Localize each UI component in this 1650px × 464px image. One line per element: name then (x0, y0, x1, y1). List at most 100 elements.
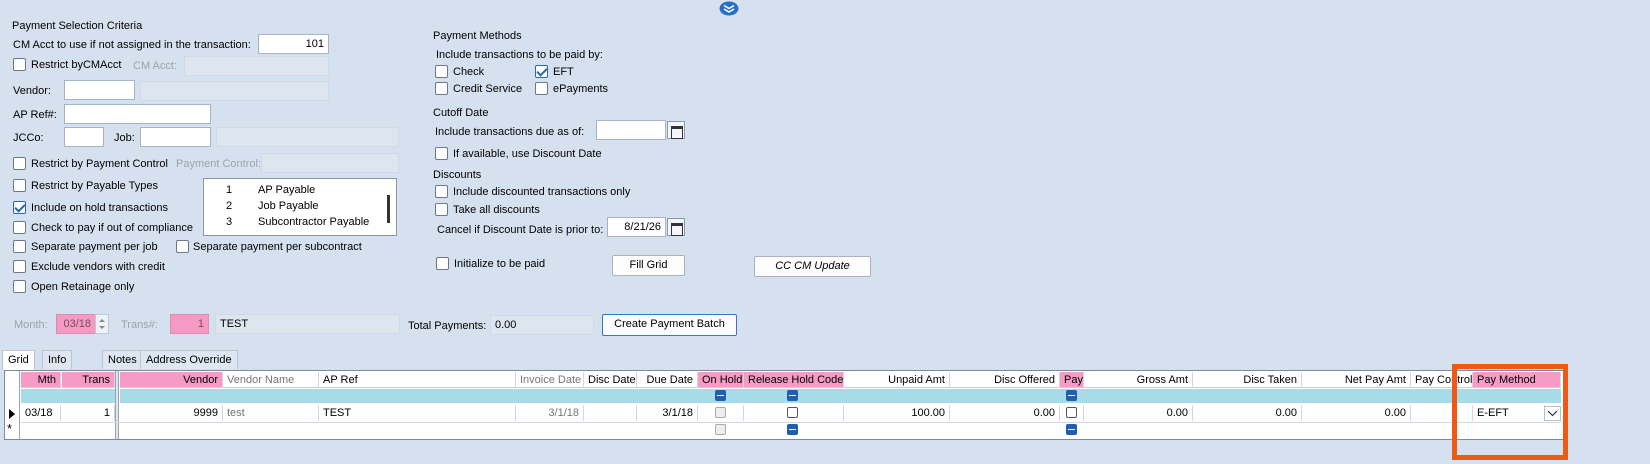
col-header-trans[interactable]: Trans (62, 372, 115, 388)
cell-unpaid-amt[interactable]: 100.00 (844, 405, 950, 421)
filter-toggle-on-hold[interactable] (715, 390, 726, 401)
separate-per-subcontract-checkbox[interactable] (176, 240, 189, 253)
create-payment-batch-button[interactable]: Create Payment Batch (602, 314, 737, 336)
calendar-icon[interactable] (667, 218, 685, 236)
cell-vendor[interactable]: 9999 (120, 405, 223, 421)
frozen-divider (115, 371, 119, 439)
epayments-checkbox[interactable] (535, 82, 548, 95)
trans-input[interactable]: 1 (170, 314, 209, 334)
exclude-vendors-credit-checkbox[interactable] (13, 260, 26, 273)
col-header-disc-offered[interactable]: Disc Offered (950, 372, 1060, 388)
cell-vendor-name[interactable]: test (223, 405, 319, 421)
cancel-discount-label: Cancel if Discount Date is prior to: (437, 224, 604, 236)
cell-due-date[interactable]: 3/1/18 (637, 405, 698, 421)
restrict-payable-types-label: Restrict by Payable Types (31, 180, 158, 192)
col-header-mth[interactable]: Mth (21, 372, 61, 388)
on-hold-checkbox[interactable] (715, 407, 726, 418)
row-divider (21, 422, 1561, 423)
ap-ref-input[interactable] (64, 104, 211, 124)
col-header-disc-date[interactable]: Disc Date (584, 372, 637, 388)
calendar-icon[interactable] (667, 121, 685, 139)
filter-toggle-release-hold[interactable] (787, 390, 798, 401)
new-row-on-hold-checkbox[interactable] (715, 424, 726, 435)
col-header-disc-taken[interactable]: Disc Taken (1193, 372, 1302, 388)
credit-service-label: Credit Service (453, 83, 523, 95)
cell-disc-offered[interactable]: 0.00 (950, 405, 1060, 421)
due-as-of-input[interactable] (596, 120, 666, 140)
total-payments-value: 0.00 (490, 315, 594, 335)
cell-gross-amt[interactable]: 0.00 (1084, 405, 1193, 421)
restrict-payment-control-checkbox[interactable] (13, 157, 26, 170)
tab-address-override[interactable]: Address Override (140, 350, 238, 369)
check-to-pay-checkbox[interactable] (13, 221, 26, 234)
cell-ap-ref[interactable]: TEST (319, 405, 516, 421)
cell-invoice-date[interactable]: 3/1/18 (516, 405, 584, 421)
col-header-pay[interactable]: Pay (1060, 372, 1084, 388)
cell-disc-date[interactable] (584, 405, 637, 421)
separate-per-job-checkbox[interactable] (13, 240, 26, 253)
filter-row[interactable] (120, 389, 1561, 403)
list-item[interactable]: 1 AP Payable (204, 182, 384, 198)
col-header-gross-amt[interactable]: Gross Amt (1084, 372, 1193, 388)
take-all-discounts-checkbox[interactable] (435, 203, 448, 216)
filter-row[interactable] (21, 389, 115, 403)
exclude-vendors-credit-label: Exclude vendors with credit (31, 261, 165, 273)
cancel-discount-date-input[interactable]: 8/21/26 (607, 217, 666, 237)
jcco-input[interactable] (64, 127, 104, 147)
col-header-vendor[interactable]: Vendor (120, 372, 223, 388)
open-retainage-checkbox[interactable] (13, 280, 26, 293)
list-scrollbar[interactable] (387, 195, 390, 223)
epayments-label: ePayments (553, 83, 609, 95)
include-on-hold-checkbox[interactable] (13, 201, 26, 214)
vendor-input[interactable] (64, 80, 135, 100)
new-row-pay-toggle[interactable] (1066, 424, 1077, 435)
col-header-unpaid-amt[interactable]: Unpaid Amt (844, 372, 950, 388)
list-item[interactable]: 3 Subcontractor Payable (204, 214, 384, 230)
restrict-payable-types-checkbox[interactable] (13, 179, 26, 192)
collapse-chevron-icon[interactable] (719, 1, 739, 16)
new-row-release-toggle[interactable] (787, 424, 798, 435)
initialize-to-be-paid-checkbox[interactable] (436, 257, 449, 270)
take-all-discounts-label: Take all discounts (453, 204, 540, 216)
col-header-invoice-date[interactable]: Invoice Date (516, 372, 584, 388)
col-header-net-pay-amt[interactable]: Net Pay Amt (1302, 372, 1411, 388)
cell-trans[interactable]: 1 (62, 405, 115, 421)
cm-acct-field (184, 56, 329, 76)
job-description-field (216, 127, 399, 147)
col-header-on-hold[interactable]: On Hold (698, 372, 744, 388)
tab-notes[interactable]: Notes (102, 350, 143, 369)
pay-checkbox[interactable] (1066, 407, 1077, 418)
tab-info[interactable]: Info (42, 350, 73, 369)
cell-net-pay-amt[interactable]: 0.00 (1302, 405, 1411, 421)
cell-mth[interactable]: 03/18 (21, 405, 61, 421)
month-spinner[interactable] (95, 314, 109, 334)
payments-grid[interactable]: * Mth Trans Vendor Vendor Name AP Ref In… (4, 370, 1566, 440)
filter-toggle-pay[interactable] (1066, 390, 1077, 401)
payment-control-label: Payment Control: (176, 158, 261, 170)
credit-service-checkbox[interactable] (435, 82, 448, 95)
cm-acct-label: CM Acct to use if not assigned in the tr… (13, 39, 251, 51)
month-input[interactable]: 03/18 (56, 314, 96, 334)
check-method-checkbox[interactable] (435, 65, 448, 78)
col-header-ap-ref[interactable]: AP Ref (319, 372, 516, 388)
ap-ref-label: AP Ref#: (13, 109, 57, 121)
col-header-due-date[interactable]: Due Date (637, 372, 698, 388)
job-input[interactable] (140, 127, 211, 147)
batch-description: TEST (215, 314, 400, 334)
cc-cm-update-button[interactable]: CC CM Update (754, 256, 871, 277)
payable-types-list[interactable]: 1 AP Payable 2 Job Payable 3 Subcontract… (203, 178, 397, 236)
restrict-cmacct-label: Restrict byCMAcct (31, 59, 122, 71)
include-discounted-checkbox[interactable] (435, 185, 448, 198)
initialize-to-be-paid-label: Initialize to be paid (454, 258, 546, 270)
col-header-release-hold-code[interactable]: Release Hold Code (744, 372, 844, 388)
release-hold-checkbox[interactable] (787, 407, 798, 418)
cell-disc-taken[interactable]: 0.00 (1193, 405, 1302, 421)
tab-grid[interactable]: Grid (2, 350, 35, 370)
use-discount-date-checkbox[interactable] (435, 147, 448, 160)
fill-grid-button[interactable]: Fill Grid (612, 255, 685, 276)
eft-method-checkbox[interactable] (535, 65, 548, 78)
col-header-vendor-name[interactable]: Vendor Name (223, 372, 319, 388)
list-item[interactable]: 2 Job Payable (204, 198, 384, 214)
cm-acct-input[interactable]: 101 (258, 34, 329, 54)
restrict-cmacct-checkbox[interactable] (13, 58, 26, 71)
